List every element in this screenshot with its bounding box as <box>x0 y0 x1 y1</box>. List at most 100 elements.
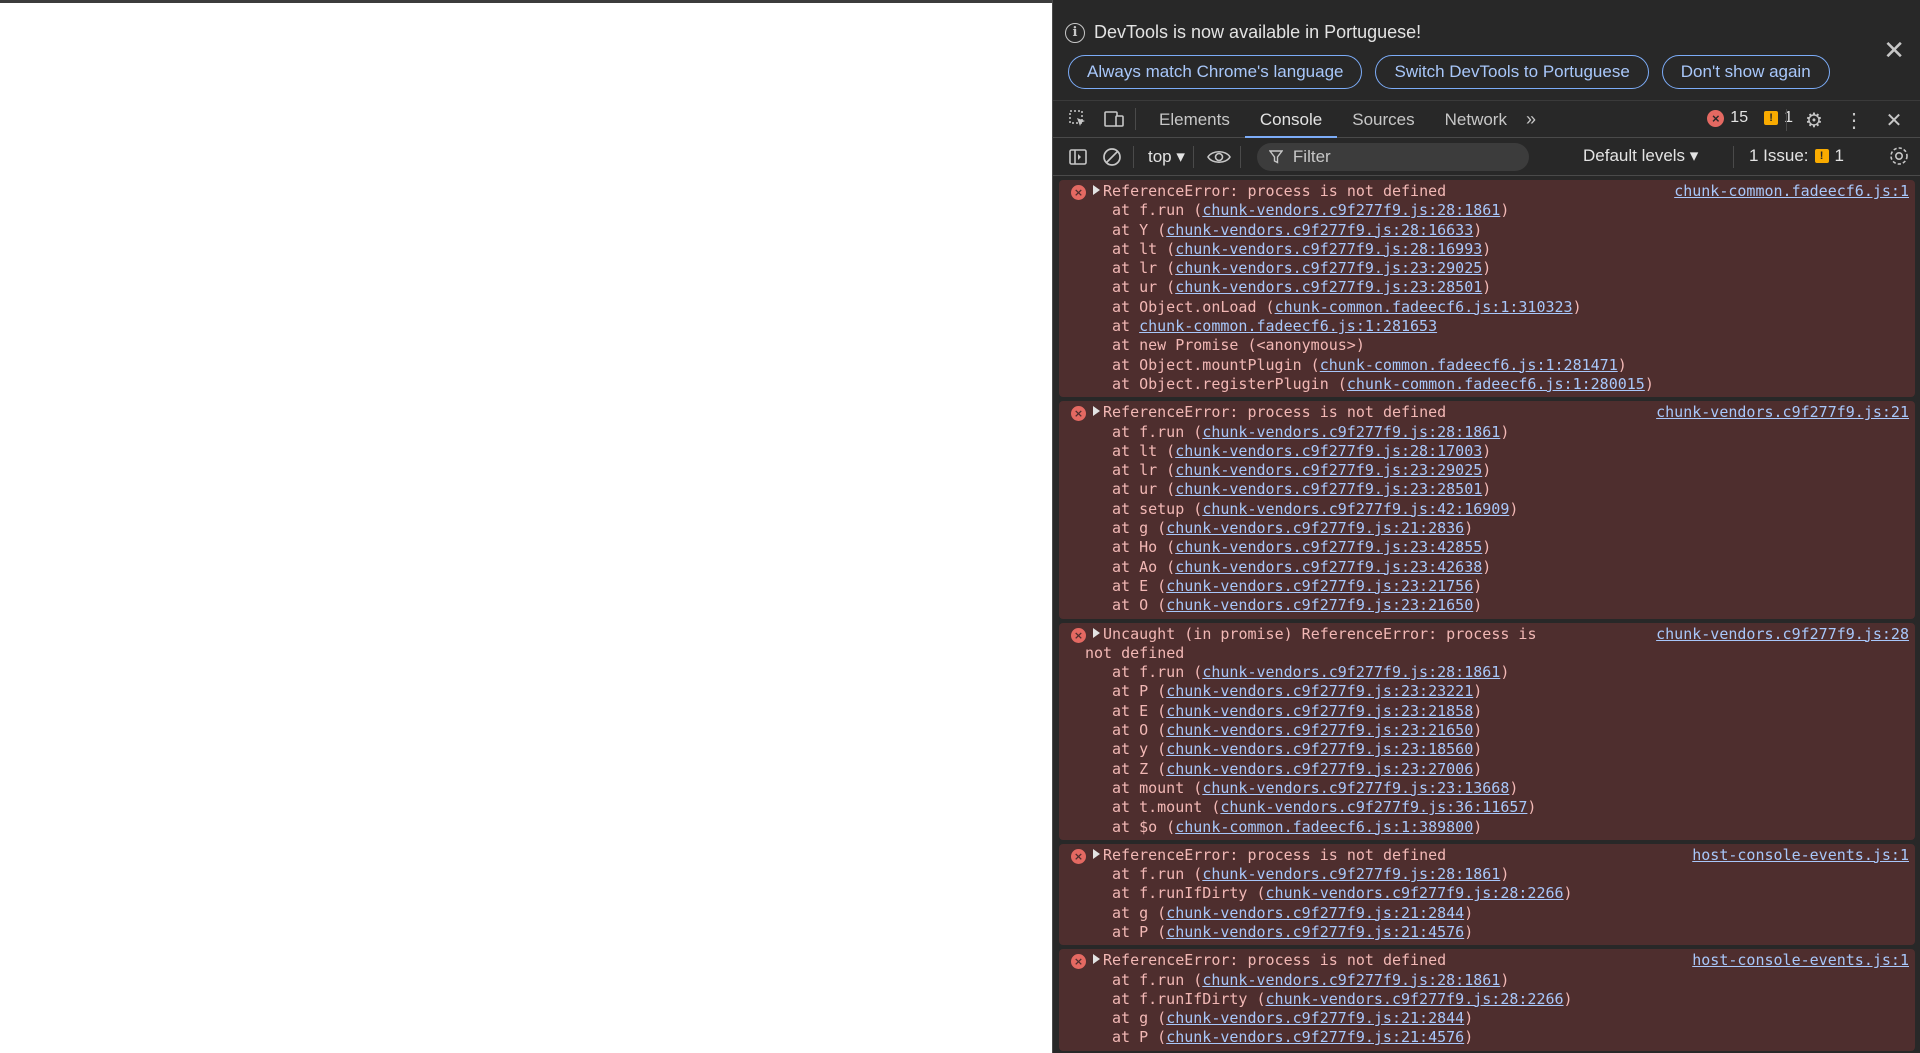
stack-frame-link[interactable]: chunk-common.fadeecf6.js:1:280015 <box>1347 375 1645 393</box>
log-levels-dropdown[interactable]: Default levels ▾ <box>1583 146 1698 166</box>
switch-to-portuguese-button[interactable]: Switch DevTools to Portuguese <box>1375 55 1649 89</box>
stack-frame-link[interactable]: chunk-vendors.c9f277f9.js:21:2844 <box>1166 904 1464 922</box>
stack-frame-link[interactable]: chunk-common.fadeecf6.js:1:281471 <box>1320 356 1618 374</box>
live-expression-eye-icon[interactable] <box>1206 144 1232 170</box>
settings-gear-icon[interactable]: ⚙ <box>1801 107 1827 133</box>
stack-frame-text: at P ( <box>1112 922 1167 941</box>
clear-console-icon[interactable] <box>1099 144 1125 170</box>
toolbar-divider <box>1733 146 1734 168</box>
more-tabs-icon[interactable]: » <box>1526 109 1536 130</box>
filter-icon <box>1268 149 1283 164</box>
stack-frame-link[interactable]: chunk-vendors.c9f277f9.js:28:1861 <box>1202 971 1500 989</box>
stack-frame-text: at f.runIfDirty ( <box>1112 989 1266 1008</box>
stack-frame-link[interactable]: chunk-vendors.c9f277f9.js:23:13668 <box>1202 779 1509 797</box>
expand-triangle-icon[interactable] <box>1093 406 1100 417</box>
tab-elements[interactable]: Elements <box>1144 101 1245 138</box>
stack-frame-link[interactable]: chunk-common.fadeecf6.js:1:281653 <box>1139 317 1437 335</box>
kebab-menu-icon[interactable]: ⋮ <box>1841 107 1867 133</box>
stack-frame-link[interactable]: chunk-vendors.c9f277f9.js:28:1861 <box>1202 423 1500 441</box>
stack-frame-text: at Object.registerPlugin ( <box>1112 374 1347 393</box>
context-selector[interactable]: top ▾ <box>1148 147 1185 167</box>
expand-triangle-icon[interactable] <box>1093 848 1100 859</box>
stack-frame-link[interactable]: chunk-vendors.c9f277f9.js:23:28501 <box>1175 278 1482 296</box>
stack-frame-link[interactable]: chunk-vendors.c9f277f9.js:21:4576 <box>1166 923 1464 941</box>
stack-frame-link[interactable]: chunk-vendors.c9f277f9.js:21:2844 <box>1166 1009 1464 1027</box>
error-source-link[interactable]: host-console-events.js:1 <box>1692 846 1909 865</box>
console-filter[interactable] <box>1256 142 1529 171</box>
dont-show-again-button[interactable]: Don't show again <box>1661 55 1830 89</box>
console-toolbar: top ▾ Default levels ▾ 1 Issue: ! 1 <box>1053 138 1920 176</box>
filter-input[interactable] <box>1290 145 1515 168</box>
stack-frame-text: at P ( <box>1112 682 1167 701</box>
error-source-link[interactable]: host-console-events.js:1 <box>1692 951 1909 970</box>
stack-frame-close: ) <box>1527 798 1537 817</box>
infobar-buttons: Always match Chrome's language Switch De… <box>1068 55 1830 89</box>
stack-frame: at chunk-common.fadeecf6.js:1:281653 <box>1093 317 1877 336</box>
stack-frame: at O (chunk-vendors.c9f277f9.js:23:21650… <box>1093 596 1877 615</box>
close-infobar-icon[interactable]: ✕ <box>1883 36 1905 64</box>
stack-frame-link[interactable]: chunk-vendors.c9f277f9.js:23:21858 <box>1166 702 1473 720</box>
error-source-link[interactable]: chunk-vendors.c9f277f9.js:21 <box>1656 403 1909 422</box>
stack-frame-link[interactable]: chunk-vendors.c9f277f9.js:23:27006 <box>1166 760 1473 778</box>
stack-frame-text: at lt ( <box>1112 239 1176 258</box>
expand-triangle-icon[interactable] <box>1093 954 1100 965</box>
stack-frame-link[interactable]: chunk-vendors.c9f277f9.js:23:42855 <box>1175 538 1482 556</box>
stack-frame-link[interactable]: chunk-vendors.c9f277f9.js:23:28501 <box>1175 480 1482 498</box>
always-match-language-button[interactable]: Always match Chrome's language <box>1068 55 1363 89</box>
inspect-element-icon[interactable] <box>1065 106 1091 132</box>
stack-frame-text: at t.mount ( <box>1112 798 1221 817</box>
error-icon: × <box>1071 954 1086 970</box>
issues-counter[interactable]: 1 Issue: ! 1 <box>1749 146 1844 166</box>
stack-frame-close: ) <box>1563 989 1573 1008</box>
stack-frame-link[interactable]: chunk-vendors.c9f277f9.js:36:11657 <box>1220 798 1527 816</box>
stack-frame-text: at f.run ( <box>1112 970 1203 989</box>
stack-frame-link[interactable]: chunk-vendors.c9f277f9.js:23:18560 <box>1166 740 1473 758</box>
stack-frame-link[interactable]: chunk-vendors.c9f277f9.js:23:21650 <box>1166 721 1473 739</box>
stack-frame-link[interactable]: chunk-vendors.c9f277f9.js:28:1861 <box>1202 201 1500 219</box>
stack-frame-link[interactable]: chunk-vendors.c9f277f9.js:23:42638 <box>1175 558 1482 576</box>
stack-frame-close: ) <box>1464 922 1474 941</box>
stack-frame-link[interactable]: chunk-vendors.c9f277f9.js:23:29025 <box>1175 461 1482 479</box>
stack-frame-link[interactable]: chunk-vendors.c9f277f9.js:28:2266 <box>1266 884 1564 902</box>
stack-frame-text: at ur ( <box>1112 278 1176 297</box>
stack-frame-link[interactable]: chunk-vendors.c9f277f9.js:28:17003 <box>1175 442 1482 460</box>
close-devtools-icon[interactable]: ✕ <box>1881 107 1907 133</box>
error-headline: ReferenceError: process is not defined ch… <box>1093 403 1909 422</box>
stack-frame-link[interactable]: chunk-vendors.c9f277f9.js:21:2836 <box>1166 519 1464 537</box>
tab-sources[interactable]: Sources <box>1337 101 1429 138</box>
error-source-link[interactable]: chunk-vendors.c9f277f9.js:28 <box>1656 625 1909 644</box>
sidebar-toggle-icon[interactable] <box>1065 144 1091 170</box>
expand-triangle-icon[interactable] <box>1093 185 1100 195</box>
stack-frame-close: ) <box>1473 596 1483 615</box>
stack-frame-link[interactable]: chunk-vendors.c9f277f9.js:28:2266 <box>1266 990 1564 1008</box>
stack-frame-link[interactable]: chunk-vendors.c9f277f9.js:28:1861 <box>1202 865 1500 883</box>
stack-frame-link[interactable]: chunk-vendors.c9f277f9.js:21:4576 <box>1166 1028 1464 1046</box>
stack-frame-text: at f.run ( <box>1112 865 1203 884</box>
infobar-message-row: i DevTools is now available in Portugues… <box>1065 22 1421 43</box>
stack-frame-link[interactable]: chunk-vendors.c9f277f9.js:28:16993 <box>1175 240 1482 258</box>
stack-frame-text: at f.run ( <box>1112 422 1203 441</box>
issues-count: 1 <box>1834 146 1845 165</box>
stack-frame: at P (chunk-vendors.c9f277f9.js:21:4576) <box>1093 923 1877 942</box>
stack-frame-link[interactable]: chunk-vendors.c9f277f9.js:28:16633 <box>1166 221 1473 239</box>
stack-frame-link[interactable]: chunk-common.fadeecf6.js:1:310323 <box>1275 298 1573 316</box>
device-toolbar-icon[interactable] <box>1101 106 1127 132</box>
stack-frame-link[interactable]: chunk-vendors.c9f277f9.js:23:21756 <box>1166 577 1473 595</box>
error-source-link[interactable]: chunk-common.fadeecf6.js:1 <box>1674 182 1909 201</box>
stack-frame-link[interactable]: chunk-vendors.c9f277f9.js:23:29025 <box>1175 259 1482 277</box>
log-levels-label: Default levels <box>1583 146 1686 165</box>
tab-network[interactable]: Network <box>1430 101 1522 138</box>
stack-frame-link[interactable]: chunk-vendors.c9f277f9.js:23:21650 <box>1166 596 1473 614</box>
console-settings-gear-icon[interactable] <box>1887 144 1911 173</box>
stack-frame: at P (chunk-vendors.c9f277f9.js:23:23221… <box>1093 682 1877 701</box>
stack-frame: at g (chunk-vendors.c9f277f9.js:21:2844) <box>1093 904 1877 923</box>
stack-frame-link[interactable]: chunk-vendors.c9f277f9.js:42:16909 <box>1202 500 1509 518</box>
stack-frame: at Ao (chunk-vendors.c9f277f9.js:23:4263… <box>1093 558 1877 577</box>
error-text: ReferenceError: process is not defined <box>1103 182 1447 200</box>
stack-frame-link[interactable]: chunk-vendors.c9f277f9.js:23:23221 <box>1166 682 1473 700</box>
expand-triangle-icon[interactable] <box>1093 627 1100 638</box>
stack-frame-link[interactable]: chunk-common.fadeecf6.js:1:389800 <box>1175 818 1473 836</box>
context-label: top <box>1148 146 1172 166</box>
tab-console[interactable]: Console <box>1244 101 1338 138</box>
stack-frame-link[interactable]: chunk-vendors.c9f277f9.js:28:1861 <box>1202 663 1500 681</box>
